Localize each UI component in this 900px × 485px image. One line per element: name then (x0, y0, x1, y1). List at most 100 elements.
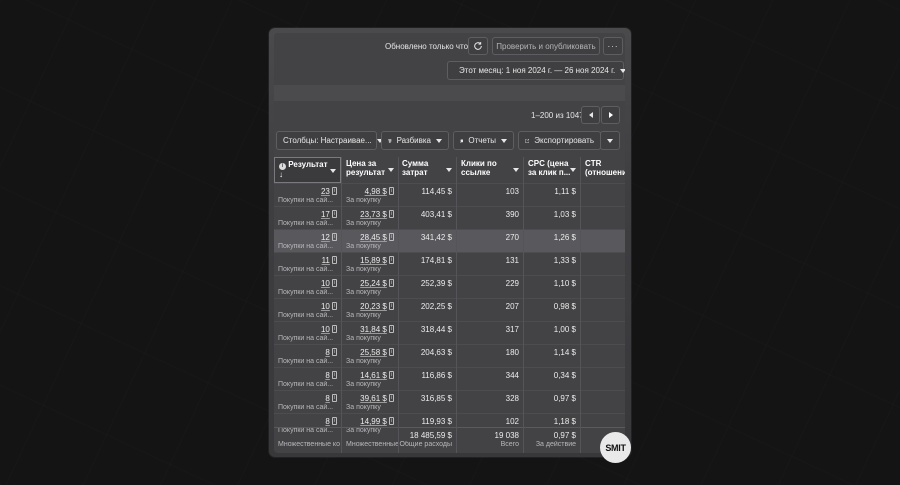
cost-per-result-cell[interactable]: 25,24 $ i За покупку (342, 276, 398, 299)
column-header-ctr[interactable]: CTR (отношени... (581, 157, 625, 183)
result-value[interactable]: 8i (325, 371, 337, 380)
link-clicks-value: 103 (505, 187, 519, 196)
cost-per-result-cell[interactable]: 28,45 $ i За покупку (342, 230, 398, 253)
column-header-amount-spent[interactable]: Сумма затрат (398, 157, 456, 183)
column-header-cpc[interactable]: CPC (цена за клик п... (524, 157, 580, 183)
next-page-button[interactable] (601, 106, 620, 124)
prev-page-button[interactable] (581, 106, 600, 124)
result-number[interactable]: 8 (325, 348, 329, 357)
cost-per-result-value[interactable]: 39,61 $ i (360, 394, 394, 403)
cost-per-result-cell[interactable]: 25,58 $ i За покупку (342, 345, 398, 368)
result-cell[interactable]: 17 i Покупки на сай... (274, 207, 341, 230)
cost-per-result-value[interactable]: 14,99 $ i (360, 417, 394, 426)
columns-dropdown[interactable]: Столбцы: Настраивае... (276, 131, 383, 150)
cpc-value: 1,10 $ (553, 279, 576, 288)
cost-per-result-value[interactable]: 25,58 $ i (360, 348, 394, 357)
breakdown-dropdown[interactable]: Разбивка (381, 131, 449, 150)
cost-per-result-number[interactable]: 4,98 $ (365, 187, 387, 196)
cost-per-result-number[interactable]: 14,61 $ (360, 371, 387, 380)
refresh-button[interactable] (468, 37, 488, 55)
result-cell[interactable]: 8 i Покупки на сай... (274, 368, 341, 391)
result-cell[interactable]: 23 i Покупки на сай... (274, 184, 341, 207)
totals-cpc-label: За действие (535, 441, 576, 448)
date-range-picker[interactable]: Этот месяц: 1 ноя 2024 г. — 26 ноя 2024 … (447, 61, 625, 80)
cost-per-result-number[interactable]: 39,61 $ (360, 394, 387, 403)
result-cell[interactable]: 10 i Покупки на сай... (274, 276, 341, 299)
result-number[interactable]: 8 (325, 371, 329, 380)
column-caret-icon (446, 168, 452, 172)
result-cell[interactable]: 8 i Покупки на сай... (274, 391, 341, 414)
table-row[interactable]: 12 i Покупки на сай... 28,45 $ i За покупку 34… (274, 229, 625, 252)
cost-per-result-cell[interactable]: 39,61 $ i За покупку (342, 391, 398, 414)
cost-per-result-number[interactable]: 20,23 $ (360, 302, 387, 311)
result-value[interactable]: 8i (325, 417, 337, 426)
link-clicks-cell: 317 (457, 322, 523, 345)
table-row[interactable]: 8 i Покупки на сай... 14,61 $ i За покупку 116… (274, 367, 625, 390)
result-cell[interactable]: 8 i Покупки на сай... (274, 345, 341, 368)
column-header-link-clicks[interactable]: Клики по ссылке (457, 157, 523, 183)
export-button[interactable]: Экспортировать (518, 131, 601, 150)
cost-per-result-number[interactable]: 23,73 $ (360, 210, 387, 219)
result-value[interactable]: 8i (325, 348, 337, 357)
result-value[interactable]: 10 i (321, 302, 337, 311)
result-value[interactable]: 10 i (321, 325, 337, 334)
cost-per-result-number[interactable]: 28,45 $ (360, 233, 387, 242)
result-cell[interactable]: 11 i Покупки на сай... (274, 253, 341, 276)
more-button[interactable]: ··· (603, 37, 623, 55)
reports-dropdown[interactable]: Отчеты (453, 131, 514, 150)
cost-per-result-cell[interactable]: 20,23 $ i За покупку (342, 299, 398, 322)
cost-per-result-value[interactable]: 23,73 $ i (360, 210, 394, 219)
column-divider (456, 157, 457, 453)
cost-per-result-value[interactable]: 28,45 $ i (360, 233, 394, 242)
column-header-cost-per-result[interactable]: Цена за результат (342, 157, 398, 183)
table-row[interactable]: 17 i Покупки на сай... 23,73 $ i За покупку 40… (274, 206, 625, 229)
result-number[interactable]: 11 (322, 256, 330, 265)
result-number[interactable]: 10 (321, 302, 330, 311)
cost-per-result-value[interactable]: 4,98 $ i (365, 187, 394, 196)
cost-per-result-value[interactable]: 14,61 $ i (360, 371, 394, 380)
result-number[interactable]: 23 (321, 187, 330, 196)
table-row[interactable]: 10 i Покупки на сай... 31,84 $ i За покупку 31… (274, 321, 625, 344)
result-cell[interactable]: 10 i Покупки на сай... (274, 322, 341, 345)
cost-per-result-number[interactable]: 15,89 $ (360, 256, 387, 265)
table-row[interactable]: 23 i Покупки на сай... 4,98 $ i За покупку 114… (274, 183, 625, 206)
cost-per-result-cell[interactable]: 23,73 $ i За покупку (342, 207, 398, 230)
result-number[interactable]: 12 (321, 233, 330, 242)
publish-button[interactable]: Проверить и опубликовать (492, 37, 600, 55)
cost-per-result-number[interactable]: 14,99 $ (360, 417, 387, 426)
result-value[interactable]: 23 i (321, 187, 337, 196)
table-row[interactable]: 8 i Покупки на сай... 39,61 $ i За покупку 316… (274, 390, 625, 413)
result-cell[interactable]: 10 i Покупки на сай... (274, 299, 341, 322)
cost-per-result-cell[interactable]: 4,98 $ i За покупку (342, 184, 398, 207)
cost-per-result-value[interactable]: 25,24 $ i (360, 279, 394, 288)
result-number[interactable]: 17 (321, 210, 330, 219)
table-row[interactable]: 11 i Покупки на сай... 15,89 $ i За покупку 17… (274, 252, 625, 275)
cost-per-result-value[interactable]: 15,89 $ i (360, 256, 394, 265)
result-cell[interactable]: 12 i Покупки на сай... (274, 230, 341, 253)
result-number[interactable]: 10 (321, 279, 330, 288)
result-value[interactable]: 12 i (321, 233, 337, 242)
cost-per-result-number[interactable]: 25,24 $ (360, 279, 387, 288)
cost-per-result-value[interactable]: 31,84 $ i (360, 325, 394, 334)
table-row[interactable]: 8 i Покупки на сай... 25,58 $ i За покупку 204… (274, 344, 625, 367)
cost-per-result-number[interactable]: 31,84 $ (360, 325, 387, 334)
result-number[interactable]: 8 (325, 417, 329, 426)
result-value[interactable]: 17 i (321, 210, 337, 219)
result-type-label: Покупки на сай... (278, 358, 334, 365)
result-number[interactable]: 8 (325, 394, 329, 403)
table-row[interactable]: 10 i Покупки на сай... 20,23 $ i За покупку 20… (274, 298, 625, 321)
cost-per-result-number[interactable]: 25,58 $ (360, 348, 387, 357)
result-value[interactable]: 10 i (321, 279, 337, 288)
export-options-button[interactable] (600, 131, 620, 150)
info-badge-icon: i (388, 371, 394, 379)
cost-per-result-cell[interactable]: 15,89 $ i За покупку (342, 253, 398, 276)
cost-per-result-cell[interactable]: 14,61 $ i За покупку (342, 368, 398, 391)
totals-clicks-label: Всего (500, 441, 519, 448)
cost-per-result-value[interactable]: 20,23 $ i (360, 302, 394, 311)
cost-per-result-cell[interactable]: 31,84 $ i За покупку (342, 322, 398, 345)
result-number[interactable]: 10 (321, 325, 330, 334)
result-value[interactable]: 11 i (322, 256, 337, 265)
result-value[interactable]: 8i (325, 394, 337, 403)
column-header-result[interactable]: i Результат ↓ (274, 157, 341, 183)
table-row[interactable]: 10 i Покупки на сай... 25,24 $ i За покупку 25… (274, 275, 625, 298)
